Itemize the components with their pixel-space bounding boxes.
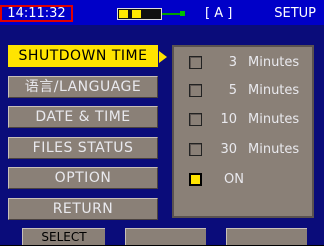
option-unit: Minutes bbox=[248, 142, 300, 157]
option-5-minutes[interactable]: 5 Minutes bbox=[174, 81, 312, 99]
softkey-select[interactable]: SELECT bbox=[22, 228, 105, 245]
option-unit: Minutes bbox=[248, 83, 300, 98]
menu-item-shutdown-time[interactable]: SHUTDOWN TIME bbox=[8, 45, 158, 67]
battery-connector-icon bbox=[162, 13, 182, 15]
softkey-blank-2[interactable] bbox=[125, 228, 206, 245]
checkbox[interactable] bbox=[189, 113, 202, 126]
mode-indicator: [ A ] bbox=[205, 6, 233, 21]
option-value: 10 bbox=[220, 112, 237, 127]
checkbox[interactable] bbox=[189, 56, 202, 69]
option-on[interactable]: ON bbox=[174, 170, 312, 188]
checkbox-checked[interactable] bbox=[189, 173, 202, 186]
checkbox[interactable] bbox=[189, 143, 202, 156]
menu-item-language[interactable]: 语言/LANGUAGE bbox=[8, 76, 158, 98]
screen-title: SETUP bbox=[274, 6, 316, 21]
checkbox[interactable] bbox=[189, 84, 202, 97]
selection-arrow-icon bbox=[159, 51, 167, 63]
menu-item-date-time[interactable]: DATE & TIME bbox=[8, 106, 158, 128]
menu-item-option[interactable]: OPTION bbox=[8, 167, 158, 189]
charging-indicator-icon bbox=[180, 11, 185, 16]
shutdown-options-panel: 3 Minutes 5 Minutes 10 Minutes 30 Minute… bbox=[172, 45, 314, 218]
battery-icon bbox=[117, 8, 162, 20]
option-3-minutes[interactable]: 3 Minutes bbox=[174, 53, 312, 71]
device-screen: 14:11:32 [ A ] SETUP SHUTDOWN TIME 语言/LA… bbox=[0, 0, 324, 245]
option-unit: Minutes bbox=[248, 112, 300, 127]
battery-segment-divider bbox=[128, 10, 132, 18]
clock-display: 14:11:32 bbox=[0, 5, 73, 22]
option-value: 30 bbox=[220, 142, 237, 157]
option-30-minutes[interactable]: 30 Minutes bbox=[174, 140, 312, 158]
option-unit: Minutes bbox=[248, 55, 300, 70]
option-value: 3 bbox=[228, 55, 237, 70]
option-value: ON bbox=[224, 172, 244, 187]
menu-item-return[interactable]: RETURN bbox=[8, 198, 158, 220]
option-value: 5 bbox=[228, 83, 237, 98]
softkey-blank-3[interactable] bbox=[226, 228, 307, 245]
option-10-minutes[interactable]: 10 Minutes bbox=[174, 110, 312, 128]
menu-item-files-status[interactable]: FILES STATUS bbox=[8, 137, 158, 159]
status-bar: 14:11:32 [ A ] SETUP bbox=[0, 0, 324, 25]
battery-segment-divider bbox=[141, 10, 145, 18]
